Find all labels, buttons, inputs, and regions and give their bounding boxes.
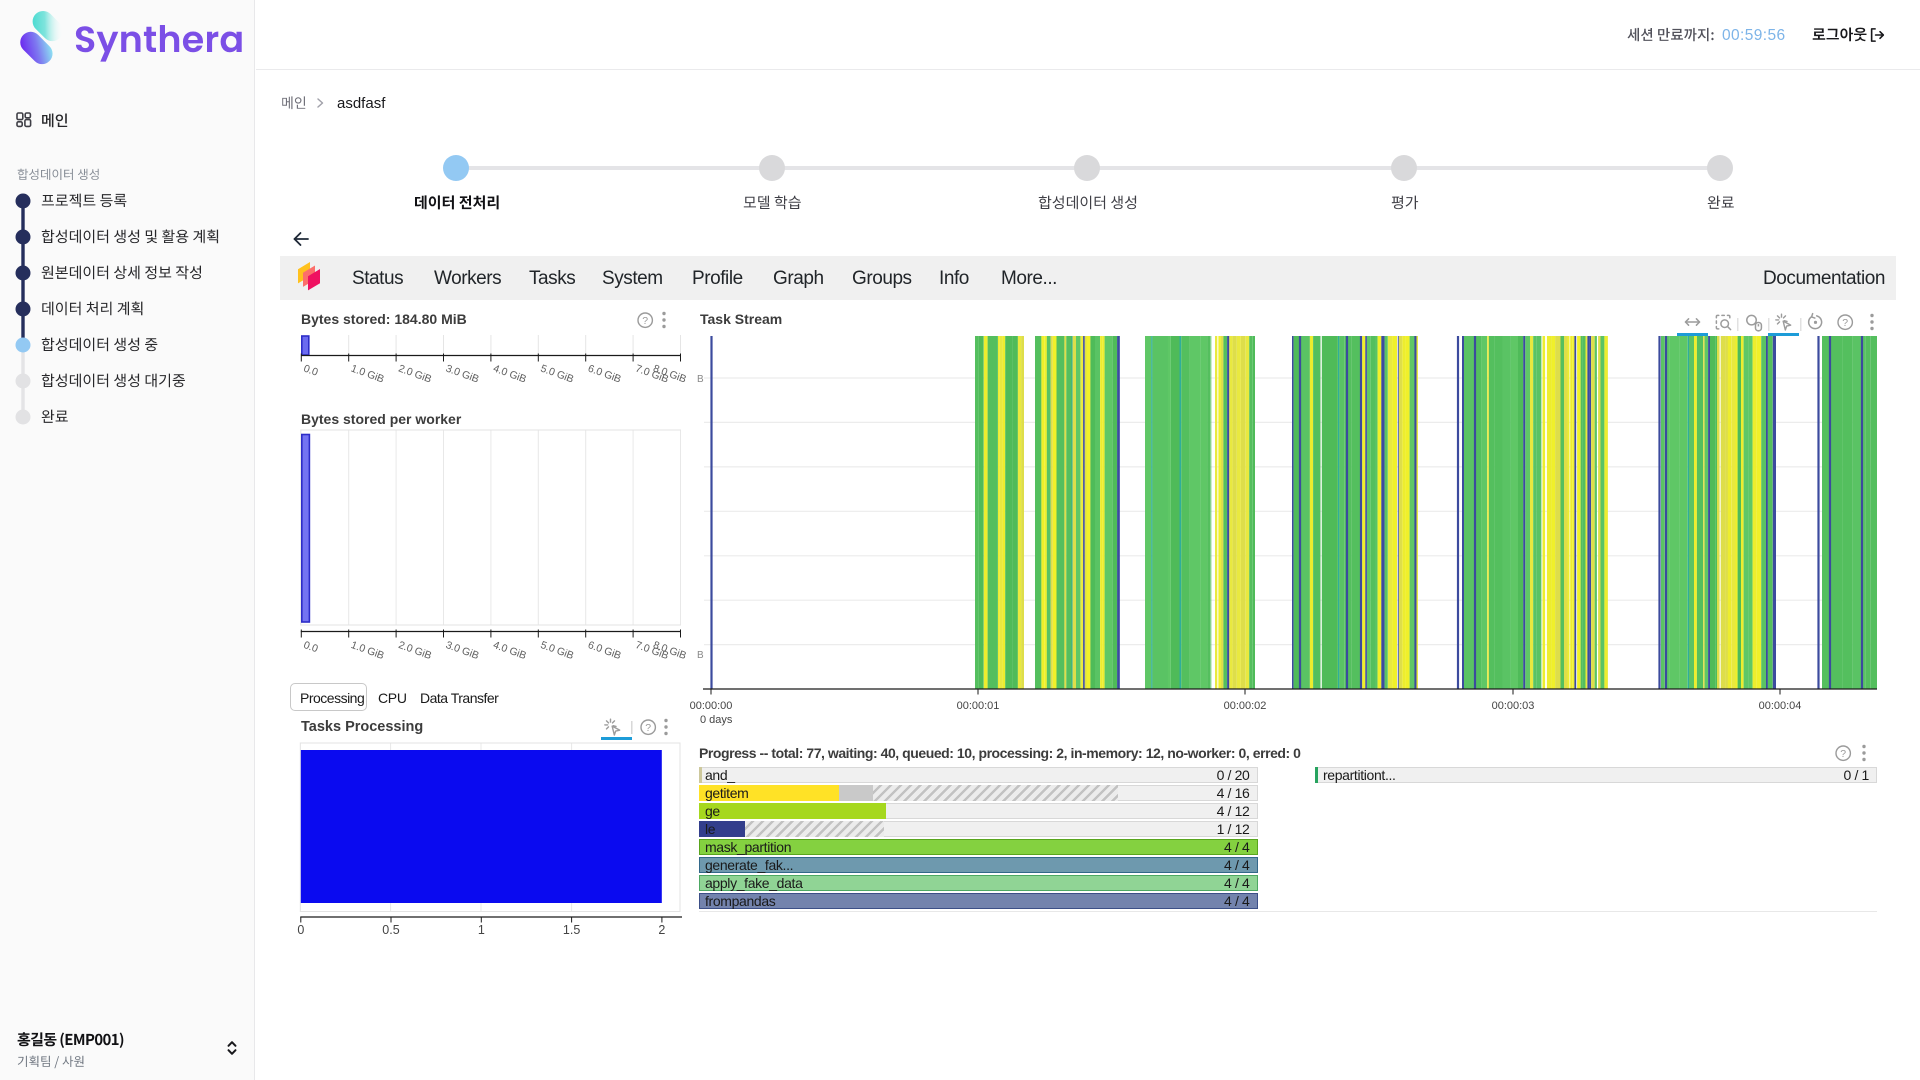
- svg-text:0.0: 0.0: [302, 639, 320, 655]
- svg-text:B: B: [697, 374, 704, 385]
- svg-text:00:00:03: 00:00:03: [1492, 700, 1535, 712]
- svg-text:?: ?: [1842, 317, 1848, 329]
- svg-text:2.0 GiB: 2.0 GiB: [397, 639, 433, 662]
- svg-text:1.5: 1.5: [563, 923, 580, 937]
- svg-text:2: 2: [658, 923, 665, 937]
- svg-text:1.0 GiB: 1.0 GiB: [349, 639, 385, 662]
- svg-text:3.0 GiB: 3.0 GiB: [444, 639, 480, 662]
- svg-text:4.0 GiB: 4.0 GiB: [491, 363, 527, 386]
- svg-text:00:00:00: 00:00:00: [690, 700, 733, 712]
- svg-text:2.0 GiB: 2.0 GiB: [397, 363, 433, 386]
- svg-text:?: ?: [642, 315, 648, 327]
- svg-text:0 days: 0 days: [700, 714, 733, 726]
- svg-text:00:00:02: 00:00:02: [1224, 700, 1267, 712]
- svg-text:0.0: 0.0: [302, 363, 320, 379]
- svg-text:?: ?: [645, 722, 651, 734]
- svg-text:0.5: 0.5: [382, 923, 399, 937]
- svg-text:1: 1: [478, 923, 485, 937]
- svg-text:B: B: [697, 650, 704, 661]
- svg-text:00:00:04: 00:00:04: [1759, 700, 1802, 712]
- svg-text:6.0 GiB: 6.0 GiB: [586, 639, 622, 662]
- svg-text:?: ?: [1840, 748, 1846, 760]
- svg-text:3.0 GiB: 3.0 GiB: [444, 363, 480, 386]
- svg-text:4.0 GiB: 4.0 GiB: [491, 639, 527, 662]
- svg-text:6.0 GiB: 6.0 GiB: [586, 363, 622, 386]
- svg-text:00:00:01: 00:00:01: [957, 700, 1000, 712]
- svg-text:5.0 GiB: 5.0 GiB: [539, 639, 575, 662]
- svg-text:1.0 GiB: 1.0 GiB: [349, 363, 385, 386]
- svg-text:5.0 GiB: 5.0 GiB: [539, 363, 575, 386]
- svg-text:0: 0: [297, 923, 304, 937]
